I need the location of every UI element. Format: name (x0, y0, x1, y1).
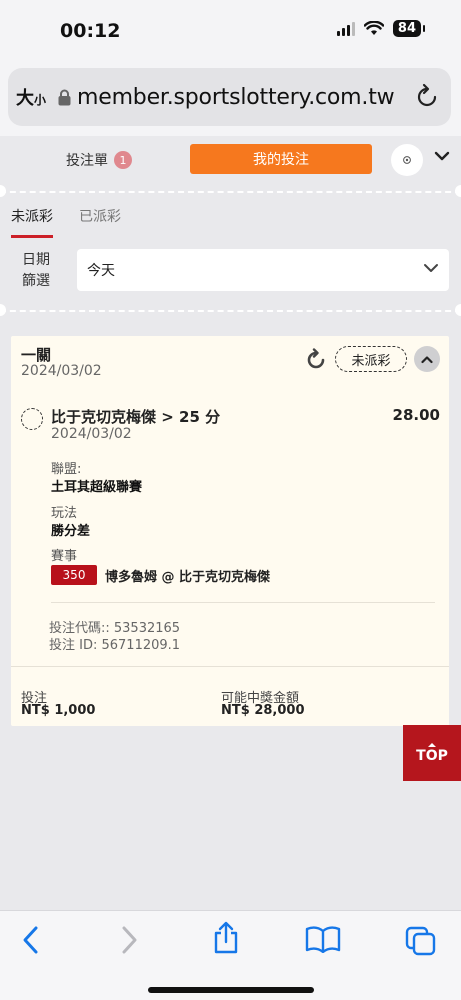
date-filter-value: 今天 (87, 263, 115, 279)
betslip-header: 投注單 1 我的投注 (0, 136, 461, 186)
selection-date: 2024/03/02 (51, 426, 132, 442)
url-text[interactable]: member.sportslottery.com.tw (77, 85, 395, 110)
address-bar[interactable]: 大小 member.sportslottery.com.tw (8, 68, 451, 126)
selection-odds: 28.00 (392, 406, 440, 424)
market-label: 玩法 (51, 506, 78, 521)
event-row: 350 博多魯姆 @ 比于克切克梅傑 (51, 565, 270, 585)
refresh-icon[interactable] (305, 348, 327, 370)
page-content: 投注單 1 我的投注 未派彩 已派彩 日期 篩選 今天 一關 2024/03/0… (0, 136, 461, 910)
my-bets-button[interactable]: 我的投注 (190, 144, 372, 174)
selection-status-icon (21, 408, 43, 430)
status-badge: 未派彩 (335, 346, 407, 372)
dashed-divider (0, 191, 461, 193)
back-icon[interactable] (20, 925, 42, 955)
league-value: 土耳其超級聯賽 (51, 480, 143, 495)
gear-icon (403, 156, 411, 164)
share-icon[interactable] (212, 921, 240, 955)
tabs-icon[interactable] (404, 925, 438, 957)
betslip-count-badge: 1 (114, 151, 132, 169)
league-label: 聯盟: (51, 462, 82, 477)
betslip-tab[interactable]: 投注單 1 (66, 150, 132, 170)
divider-notch-right (455, 304, 461, 316)
browser-toolbar (0, 910, 461, 1000)
divider-notch-left (0, 185, 6, 197)
dashed-divider (0, 310, 461, 312)
card-divider (51, 602, 435, 603)
event-label: 賽事 (51, 549, 78, 564)
market-value: 勝分差 (51, 524, 91, 539)
back-to-top-label: TOP (416, 748, 448, 764)
bookmarks-icon[interactable] (305, 925, 341, 953)
collapse-card-button[interactable] (414, 346, 440, 372)
payout-value: NT$ 28,000 (221, 703, 305, 718)
battery-indicator: 84 (392, 20, 426, 37)
divider-notch-left (0, 304, 6, 316)
status-time: 00:12 (60, 20, 121, 42)
back-to-top-button[interactable]: TOP (403, 725, 461, 781)
event-code-badge: 350 (51, 565, 97, 585)
card-divider (11, 666, 449, 667)
tab-settled[interactable]: 已派彩 (79, 206, 121, 238)
bet-type: 一關 (21, 346, 52, 364)
text-size-button[interactable]: 大小 (16, 84, 46, 110)
chevron-down-icon[interactable] (434, 150, 450, 162)
status-bar: 00:12 84 (0, 0, 461, 62)
selection-name: 比于克切克梅傑 > 25 分 (51, 408, 221, 426)
forward-icon[interactable] (118, 925, 140, 955)
date-filter-label: 日期 篩選 (22, 252, 50, 289)
tab-unsettled[interactable]: 未派彩 (11, 206, 53, 238)
divider-notch-right (455, 185, 461, 197)
status-icons: 84 (336, 20, 426, 37)
bet-date: 2024/03/02 (21, 363, 102, 379)
settings-button[interactable] (391, 144, 423, 176)
date-filter-select[interactable]: 今天 (77, 249, 449, 291)
lock-icon (58, 89, 71, 105)
chevron-down-icon (424, 264, 438, 272)
chevron-up-icon (421, 355, 433, 363)
wifi-icon (363, 21, 384, 35)
reload-icon[interactable] (415, 83, 439, 109)
bet-id: 投注 ID: 56711209.1 (49, 638, 181, 653)
event-name: 博多魯姆 @ 比于克切克梅傑 (105, 569, 271, 585)
bet-card: 一關 2024/03/02 未派彩 比于克切克梅傑 > 25 分 28.00 2… (11, 336, 449, 726)
cellular-signal-icon (336, 21, 355, 36)
stake-value: NT$ 1,000 (21, 703, 96, 718)
settlement-tabs: 未派彩 已派彩 (11, 206, 121, 238)
betslip-label: 投注單 (66, 153, 108, 169)
browser-address-area: 大小 member.sportslottery.com.tw (0, 62, 461, 136)
home-indicator (148, 987, 314, 993)
